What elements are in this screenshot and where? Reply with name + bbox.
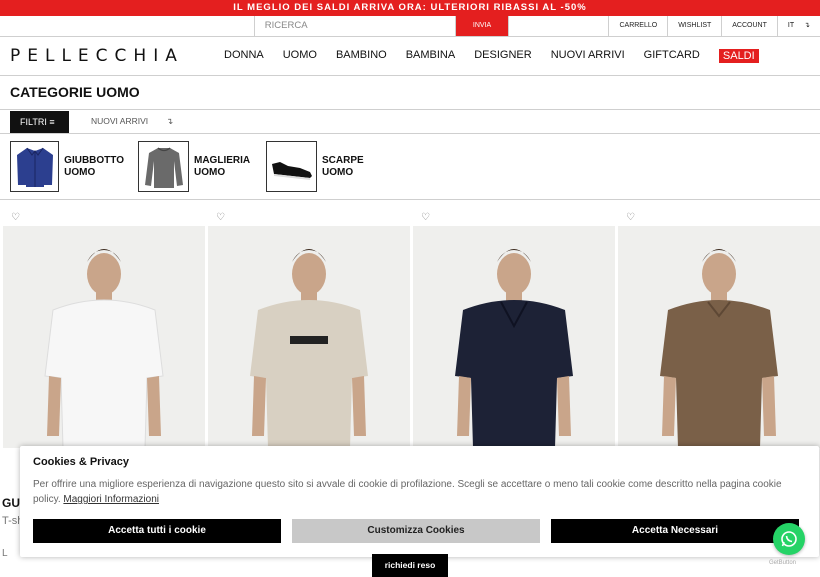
shirt-shape: [250, 300, 368, 448]
category-label: UOMO: [64, 166, 96, 178]
category-label: UOMO: [194, 166, 226, 178]
cookie-more-info-link[interactable]: Maggiori Informazioni: [63, 494, 159, 505]
wishlist-heart-icon[interactable]: ♡: [11, 212, 20, 223]
cookie-text: Per offrire una migliore esperienza di n…: [33, 477, 803, 507]
search-input[interactable]: RICERCA: [255, 16, 457, 36]
customize-cookies-button[interactable]: Customizza Cookies: [292, 519, 540, 543]
wishlist-heart-icon[interactable]: ♡: [421, 212, 430, 223]
accept-all-cookies-button[interactable]: Accetta tutti i cookie: [33, 519, 281, 543]
product-card[interactable]: ♡: [413, 212, 615, 448]
cookie-title: Cookies & Privacy: [33, 456, 129, 468]
topbar-gap: [507, 16, 610, 36]
getbutton-credit: GetButton: [769, 560, 797, 566]
shirt-shape: [44, 299, 164, 448]
product-card[interactable]: ♡: [618, 212, 820, 448]
product-size: L: [2, 548, 8, 559]
product-grid: ♡ ♡ ♡ ♡: [0, 212, 820, 448]
promo-banner[interactable]: IL MEGLIO DEI SALDI ARRIVA ORA: ULTERIOR…: [0, 0, 820, 16]
category-label: GIUBBOTTO: [64, 154, 124, 166]
cart-link[interactable]: CARRELLO: [609, 16, 669, 36]
site-logo[interactable]: PELLECCHIA: [10, 46, 224, 66]
nav-item-designer[interactable]: DESIGNER: [474, 49, 531, 63]
page-title: CATEGORIE UOMO: [0, 76, 820, 110]
sweater-icon: [138, 141, 189, 192]
main-navigation: PELLECCHIA DONNA UOMO BAMBINO BAMBINA DE…: [0, 37, 820, 76]
sort-dropdown[interactable]: NUOVI ARRIVI ↴: [91, 116, 173, 127]
nav-item-bambina[interactable]: BAMBINA: [406, 49, 456, 63]
nav-item-giftcard[interactable]: GIFTCARD: [644, 49, 700, 63]
category-maglieria[interactable]: MAGLIERIA UOMO: [138, 141, 252, 192]
chevron-down-icon: ↴: [166, 116, 174, 126]
language-selector[interactable]: IT ↴: [778, 16, 820, 36]
nav-menu: DONNA UOMO BAMBINO BAMBINA DESIGNER NUOV…: [224, 49, 759, 63]
cookie-actions: Accetta tutti i cookie Customizza Cookie…: [33, 519, 806, 543]
category-label: UOMO: [322, 166, 354, 178]
category-scarpe[interactable]: SCARPE UOMO: [266, 141, 380, 192]
filters-label: FILTRI: [20, 116, 47, 127]
nav-item-bambino[interactable]: BAMBINO: [336, 49, 387, 63]
category-label: SCARPE: [322, 154, 364, 166]
language-label: IT: [787, 22, 795, 29]
accept-necessary-cookies-button[interactable]: Accetta Necessari: [551, 519, 799, 543]
chevron-down-icon: ↴: [804, 22, 810, 29]
account-link[interactable]: ACCOUNT: [722, 16, 778, 36]
filter-bar: FILTRI ≡ NUOVI ARRIVI ↴: [0, 110, 820, 134]
nav-item-saldi[interactable]: SALDI: [718, 49, 759, 63]
whatsapp-icon[interactable]: [773, 523, 805, 555]
request-return-button[interactable]: richiedi reso: [372, 554, 448, 577]
sort-label: NUOVI ARRIVI: [91, 116, 149, 126]
filter-icon: ≡: [49, 116, 55, 127]
filters-button[interactable]: FILTRI ≡: [10, 110, 69, 133]
category-label: MAGLIERIA: [194, 154, 251, 166]
nav-item-donna[interactable]: DONNA: [224, 49, 264, 63]
product-card[interactable]: ♡: [3, 212, 205, 448]
product-image[interactable]: [618, 226, 820, 448]
search-submit-button[interactable]: INVIA: [456, 16, 508, 36]
nav-item-uomo[interactable]: UOMO: [283, 49, 317, 63]
product-image[interactable]: [3, 226, 205, 448]
wishlist-heart-icon[interactable]: ♡: [216, 212, 225, 223]
cookie-banner: Cookies & Privacy Per offrire una miglio…: [20, 446, 819, 557]
category-strip: GIUBBOTTO UOMO MAGLIERIA UOMO SCARPE UOM…: [0, 134, 820, 200]
topbar-spacer: [0, 16, 255, 36]
product-image[interactable]: [208, 226, 410, 448]
product-image[interactable]: [413, 226, 615, 448]
shirt-shape: [455, 300, 573, 448]
jacket-icon: [10, 141, 60, 192]
category-giubbotto[interactable]: GIUBBOTTO UOMO: [10, 141, 124, 192]
product-card[interactable]: ♡: [208, 212, 410, 448]
wishlist-heart-icon[interactable]: ♡: [626, 212, 635, 223]
shirt-shape: [660, 300, 778, 448]
top-utility-bar: RICERCA INVIA CARRELLO WISHLIST ACCOUNT …: [0, 16, 820, 37]
wishlist-link[interactable]: WISHLIST: [668, 16, 723, 36]
nav-item-nuovi-arrivi[interactable]: NUOVI ARRIVI: [551, 49, 625, 63]
sneaker-icon: [266, 141, 317, 192]
